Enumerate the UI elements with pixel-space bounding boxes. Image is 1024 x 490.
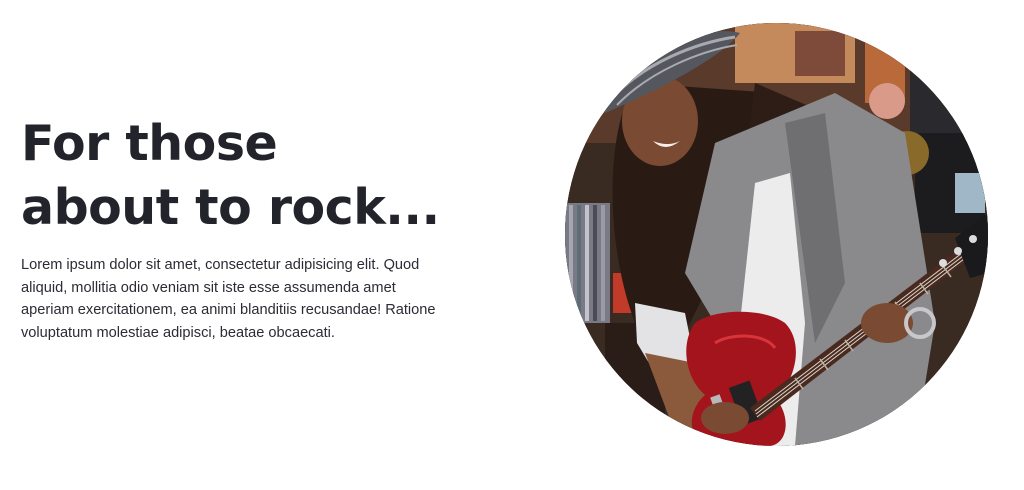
hero-text: For those about to rock... Lorem ipsum d…: [21, 112, 451, 344]
guitarist-illustration: [565, 23, 988, 446]
hero-headline: For those about to rock...: [21, 115, 440, 236]
hero-section: For those about to rock... Lorem ipsum d…: [0, 0, 1024, 490]
hero-body-text: Lorem ipsum dolor sit amet, consectetur …: [21, 257, 436, 341]
hero-photo: [565, 23, 988, 446]
